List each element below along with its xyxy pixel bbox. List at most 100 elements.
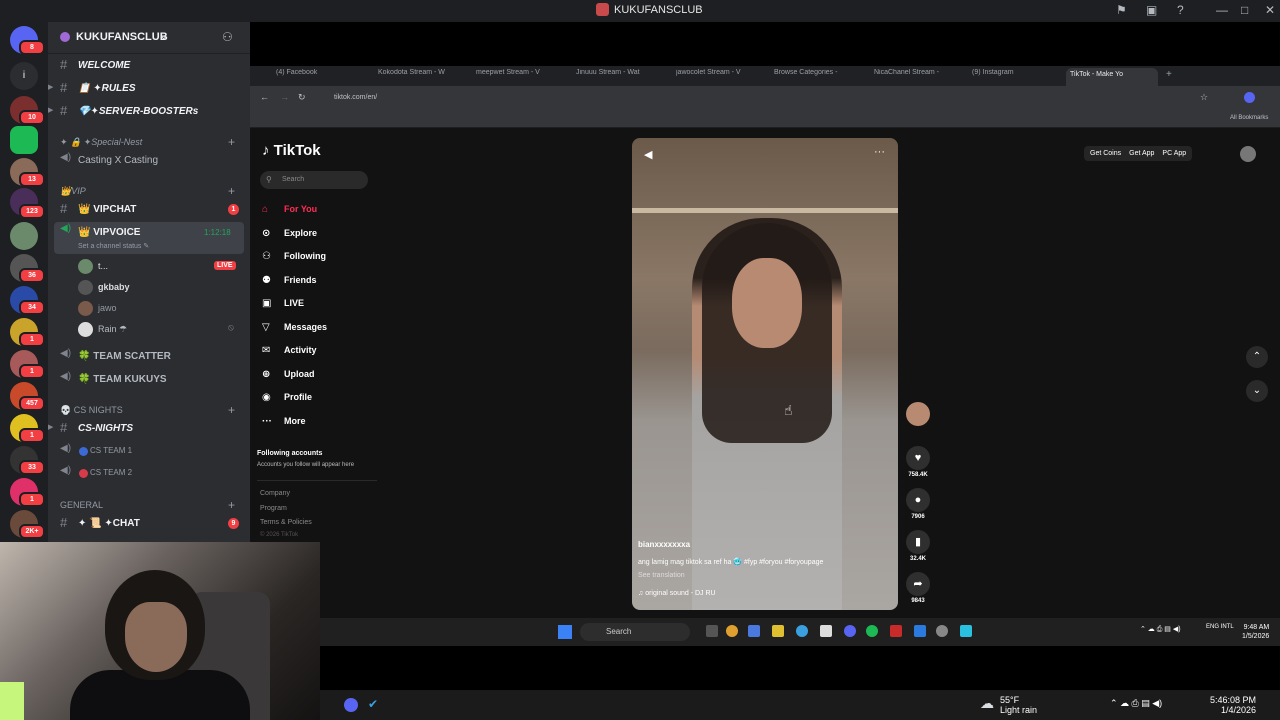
discord-icon[interactable] — [344, 698, 358, 712]
app-icon[interactable] — [706, 625, 718, 637]
all-bookmarks[interactable]: All Bookmarks — [1230, 115, 1268, 121]
taskbar-search[interactable]: Search — [580, 623, 690, 641]
voice-channel-team-kukuys[interactable]: ◀) 🍀 TEAM KUKUYS — [48, 370, 250, 390]
app-icon[interactable] — [914, 625, 926, 637]
app-icon[interactable] — [748, 625, 760, 637]
server-icon[interactable] — [10, 126, 38, 154]
voice-channel-cs-team-1[interactable]: ◀) CS TEAM 1 — [48, 442, 250, 462]
comment-button[interactable]: ● 7906 — [900, 488, 936, 520]
server-icon[interactable] — [10, 222, 38, 250]
nav-for-you[interactable]: ⌂ For You — [262, 204, 317, 215]
voice-user[interactable]: Rain ☂ ⦸ — [48, 319, 250, 339]
tab[interactable]: Jinuuu Stream - Wat — [576, 69, 668, 85]
start-icon[interactable] — [558, 625, 572, 639]
tab-active[interactable]: TikTok - Make Yo — [1066, 68, 1158, 86]
share-button[interactable]: ➦ 9843 — [900, 572, 936, 604]
add-channel-icon[interactable]: + — [228, 403, 235, 417]
channel-rules[interactable]: ▶ # 📋 ✦RULES — [48, 79, 250, 99]
forward-icon[interactable]: → — [280, 92, 289, 102]
previous-video-button[interactable]: ⌃ — [1246, 346, 1268, 368]
voice-user[interactable]: t... LIVE — [48, 256, 250, 276]
tab[interactable]: (4) Facebook — [276, 69, 368, 85]
get-coins-button[interactable]: Get Coins — [1090, 150, 1121, 157]
channel-chat[interactable]: # ✦ 📜 ✦CHAT 9 — [48, 514, 250, 534]
back-icon[interactable]: ← — [260, 92, 269, 102]
tab[interactable]: (9) Instagram — [972, 69, 1064, 85]
steam-icon[interactable]: ✔ — [368, 697, 378, 711]
tab[interactable]: NicaChanel Stream - — [874, 69, 966, 85]
minimize-button[interactable]: — — [1216, 3, 1228, 17]
voice-user[interactable]: jawo — [48, 298, 250, 318]
category-cs-nights[interactable]: 💀 CS NIGHTS + — [48, 403, 250, 419]
tab[interactable]: Kokodota Stream - W — [378, 69, 470, 85]
help-icon[interactable]: ? — [1177, 3, 1184, 17]
next-video-button[interactable]: ⌄ — [1246, 380, 1268, 402]
system-tray[interactable]: ⌃ ☁ ⎙ ▤ ◀) — [1110, 698, 1162, 709]
pc-app-button[interactable]: PC App — [1162, 150, 1186, 157]
chrome-icon[interactable] — [726, 625, 738, 637]
language-indicator[interactable]: ENG INTL — [1206, 623, 1234, 631]
app-icon[interactable] — [936, 625, 948, 637]
category-general[interactable]: GENERAL + — [48, 498, 250, 514]
search-input[interactable]: Search — [260, 171, 368, 189]
folder-icon[interactable] — [772, 625, 784, 637]
voice-channel-vipvoice[interactable]: ◀) 👑 VIPVOICE 1:12:18 Set a channel stat… — [54, 222, 244, 254]
mute-icon[interactable]: ◀ — [644, 148, 652, 161]
voice-channel-cs-team-2[interactable]: ◀) CS TEAM 2 — [48, 464, 250, 484]
server-icon[interactable]: i — [10, 62, 38, 90]
invite-icon[interactable]: ⚇ — [222, 30, 233, 44]
tiktok-logo[interactable]: ♪ TikTok — [262, 142, 321, 159]
add-channel-icon[interactable]: + — [228, 184, 235, 198]
get-app-button[interactable]: Get App — [1129, 150, 1154, 157]
nav-friends[interactable]: ⚉ Friends — [262, 275, 317, 286]
voice-channel-casting[interactable]: ◀) Casting X Casting — [48, 151, 250, 171]
category-special-nest[interactable]: ✦ 🔒 ✦Special-Nest + — [48, 135, 250, 151]
app-icon[interactable] — [960, 625, 972, 637]
add-channel-icon[interactable]: + — [228, 135, 235, 149]
taskbar-clock[interactable]: 9:48 AM 1/5/2026 — [1242, 623, 1269, 641]
maximize-button[interactable]: □ — [1241, 3, 1248, 17]
footer-link[interactable]: Company — [260, 490, 290, 497]
close-button[interactable]: ✕ — [1265, 3, 1275, 17]
url-field[interactable]: tiktok.com/en/ — [334, 94, 377, 101]
footer-link[interactable]: Terms & Policies — [260, 519, 312, 526]
bookmark-button[interactable]: ▮ 32.4K — [900, 530, 936, 562]
channel-vipchat[interactable]: # 👑 VIPCHAT 1 — [48, 200, 250, 220]
weather-widget[interactable]: 55°F Light rain — [1000, 695, 1037, 715]
footer-link[interactable]: Program — [260, 505, 287, 512]
channel-server-boosters[interactable]: ▶ # 💎✦SERVER-BOOSTERs — [48, 102, 250, 122]
spotify-icon[interactable] — [866, 625, 878, 637]
app-icon[interactable] — [890, 625, 902, 637]
channel-status[interactable]: Set a channel status ✎ — [78, 242, 149, 250]
system-tray[interactable]: ⌃ ☁ ⎙ ▤ ◀) — [1140, 625, 1181, 634]
nav-following[interactable]: ⚇ Following — [262, 251, 326, 262]
tab[interactable]: meepwet Stream - V — [476, 69, 568, 85]
channel-welcome[interactable]: # WELCOME — [48, 56, 250, 76]
nav-live[interactable]: ▣ LIVE — [262, 298, 304, 309]
nav-activity[interactable]: ✉ Activity — [262, 345, 317, 356]
edge-icon[interactable] — [796, 625, 808, 637]
taskbar-clock[interactable]: 5:46:08 PM 1/4/2026 — [1210, 695, 1256, 715]
video-player[interactable]: ◀ ··· bianxxxxxxxa ang lamig mag tiktok … — [632, 138, 898, 610]
store-icon[interactable] — [820, 625, 832, 637]
like-button[interactable]: ♥ 758.4K — [900, 446, 936, 478]
discord-icon[interactable] — [844, 625, 856, 637]
voice-user[interactable]: gkbaby — [48, 277, 250, 297]
tab[interactable]: Browse Categories - — [774, 69, 866, 85]
add-channel-icon[interactable]: + — [228, 498, 235, 512]
nav-explore[interactable]: ⊙ Explore — [262, 228, 317, 239]
nav-more[interactable]: ··· More — [262, 416, 306, 427]
bookmark-star-icon[interactable]: ☆ — [1200, 92, 1208, 103]
user-avatar[interactable] — [1240, 146, 1256, 162]
reload-icon[interactable]: ↻ — [298, 92, 306, 103]
nav-profile[interactable]: ◉ Profile — [262, 392, 312, 403]
screen-icon[interactable]: ▣ — [1146, 3, 1157, 17]
more-options-icon[interactable]: ··· — [874, 146, 885, 158]
channel-cs-nights[interactable]: ▶ # CS-NIGHTS — [48, 419, 250, 439]
nav-messages[interactable]: ▽ Messages — [262, 322, 327, 333]
server-header[interactable]: KUKUFANSCLUB ⌄ ⚇ — [48, 22, 250, 54]
video-username[interactable]: bianxxxxxxxa — [638, 540, 840, 560]
video-sound[interactable]: ♫ original sound - DJ RU — [638, 590, 716, 597]
tab[interactable]: jawocolet Stream - V — [676, 69, 768, 85]
voice-channel-team-scatter[interactable]: ◀) 🍀 TEAM SCATTER — [48, 347, 250, 367]
